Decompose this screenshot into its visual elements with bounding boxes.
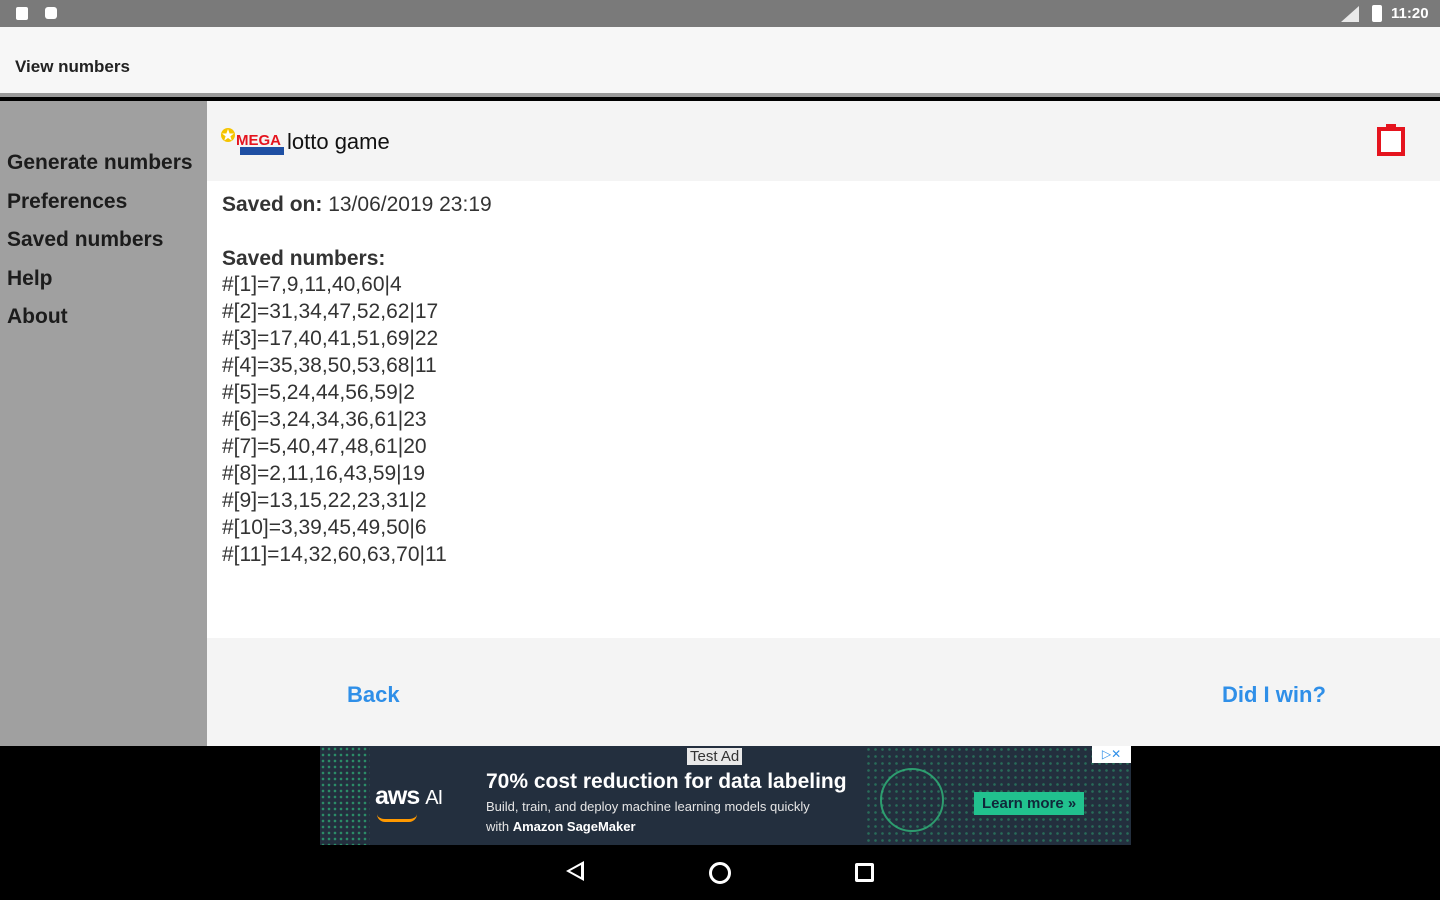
back-button[interactable]: Back	[347, 682, 400, 708]
ad-pattern-left	[320, 746, 370, 845]
card-header: MEGA lotto game	[207, 101, 1440, 181]
trash-icon[interactable]	[1377, 124, 1405, 156]
number-line: #[9]=13,15,22,23,31|2	[222, 489, 427, 512]
learn-more-button[interactable]: Learn more »	[974, 792, 1085, 815]
mega-millions-logo: MEGA	[221, 128, 284, 155]
aws-smile-icon	[377, 814, 417, 822]
notification-icon	[45, 7, 57, 19]
globe-icon	[880, 768, 944, 832]
page-title: View numbers	[15, 57, 130, 76]
number-line: #[1]=7,9,11,40,60|4	[222, 273, 402, 296]
battery-icon	[1372, 5, 1382, 22]
aws-logo: aws AI	[375, 782, 443, 811]
sidebar-item-preferences[interactable]: Preferences	[0, 186, 207, 225]
number-line: #[11]=14,32,60,63,70|11	[222, 543, 447, 566]
aws-brand-text: aws	[375, 782, 420, 810]
app-bar: View numbers	[0, 27, 1440, 97]
number-line: #[3]=17,40,41,51,69|22	[222, 327, 439, 350]
test-ad-badge: Test Ad	[687, 748, 743, 765]
aws-brand-suffix: AI	[425, 787, 443, 809]
ad-body-prefix: with	[486, 819, 513, 834]
system-nav-bar	[0, 845, 1440, 900]
adchoices-icon[interactable]: ▷✕	[1092, 746, 1131, 763]
ad-body-bold: Amazon SageMaker	[512, 819, 636, 834]
sidebar-item-about[interactable]: About	[0, 301, 207, 340]
main-panel: MEGA lotto game Saved on: 13/06/2019 23:…	[207, 101, 1440, 746]
sidebar: Generate numbers Preferences Saved numbe…	[0, 101, 207, 746]
svg-text:MEGA: MEGA	[236, 132, 281, 149]
ad-body-line2: with Amazon SageMaker	[486, 819, 636, 834]
ad-body-line1: Build, train, and deploy machine learnin…	[486, 799, 810, 814]
back-icon[interactable]	[566, 861, 584, 881]
sd-card-icon	[16, 7, 28, 20]
sidebar-item-generate-numbers[interactable]: Generate numbers	[0, 147, 207, 186]
status-time: 11:20	[1391, 5, 1429, 22]
signal-icon	[1341, 6, 1359, 22]
game-name: lotto game	[287, 129, 390, 154]
home-icon[interactable]	[709, 862, 731, 884]
ad-headline: 70% cost reduction for data labeling	[486, 770, 847, 793]
ad-banner[interactable]: Test Ad aws AI 70% cost reduction for dat…	[320, 746, 1131, 845]
saved-numbers-label: Saved numbers:	[222, 247, 386, 270]
saved-on-value: 13/06/2019 23:19	[322, 193, 492, 216]
number-line: #[8]=2,11,16,43,59|19	[222, 462, 425, 485]
saved-on-label: Saved on:	[222, 193, 323, 216]
number-line: #[4]=35,38,50,53,68|11	[222, 354, 437, 377]
action-footer: Back Did I win?	[207, 638, 1440, 746]
number-line: #[2]=31,34,47,52,62|17	[222, 300, 439, 323]
saved-entry: Saved on: 13/06/2019 23:19 Saved numbers…	[207, 181, 1440, 638]
sidebar-item-saved-numbers[interactable]: Saved numbers	[0, 224, 207, 263]
status-bar: 11:20	[0, 0, 1440, 27]
number-line: #[5]=5,24,44,56,59|2	[222, 381, 415, 404]
sidebar-item-help[interactable]: Help	[0, 263, 207, 302]
number-line: #[10]=3,39,45,49,50|6	[222, 516, 427, 539]
did-i-win-button[interactable]: Did I win?	[1222, 682, 1326, 708]
number-line: #[7]=5,40,47,48,61|20	[222, 435, 427, 458]
number-line: #[6]=3,24,34,36,61|23	[222, 408, 427, 431]
recents-icon[interactable]	[855, 863, 874, 882]
saved-on: Saved on: 13/06/2019 23:19	[222, 193, 1425, 217]
